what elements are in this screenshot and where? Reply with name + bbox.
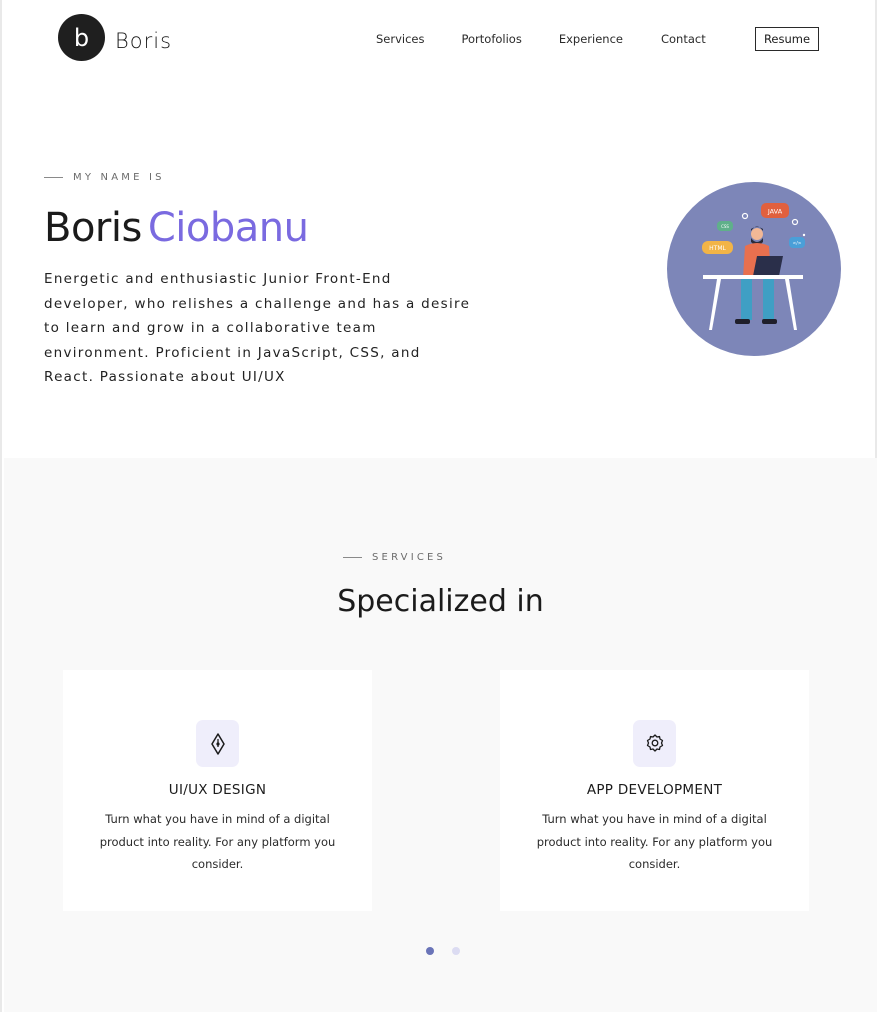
logo[interactable]: b Boris bbox=[58, 14, 172, 61]
pen-nib-icon bbox=[196, 720, 239, 767]
page: b Boris Services Portofolios Experience … bbox=[0, 0, 877, 1012]
carousel-dots bbox=[426, 947, 478, 955]
deco-dot bbox=[802, 233, 806, 237]
resume-button[interactable]: Resume bbox=[755, 27, 819, 51]
developer-illustration-svg: JAVA HTML CSS </> bbox=[702, 203, 806, 330]
person-leg bbox=[741, 278, 752, 320]
services-eyebrow-text: SERVICES bbox=[372, 552, 447, 563]
service-card-app-development: APP DEVELOPMENT Turn what you have in mi… bbox=[500, 670, 809, 911]
desk-top bbox=[703, 275, 803, 279]
hero-eyebrow: MY NAME IS bbox=[44, 172, 165, 183]
eyebrow-line bbox=[44, 176, 63, 179]
nav-services[interactable]: Services bbox=[376, 32, 425, 46]
css-label: CSS bbox=[721, 224, 729, 229]
hero-name: Boris Ciobanu bbox=[44, 205, 309, 251]
code-label: </> bbox=[792, 241, 801, 247]
card-description: Turn what you have in mind of a digital … bbox=[99, 812, 336, 871]
logo-letter: b bbox=[73, 23, 90, 52]
carousel-dot-2[interactable] bbox=[452, 947, 460, 955]
hero-bio: Energetic and enthusiastic Junior Front-… bbox=[44, 271, 471, 385]
nav-portofolios[interactable]: Portofolios bbox=[462, 32, 522, 46]
hero-first-name: Boris bbox=[44, 205, 142, 251]
desk-leg bbox=[709, 279, 721, 330]
person-shoe bbox=[762, 319, 777, 324]
carousel-dot-1[interactable] bbox=[426, 947, 434, 955]
card-title: UI/UX DESIGN bbox=[168, 782, 267, 798]
java-label: JAVA bbox=[767, 208, 783, 216]
logo-text: Boris bbox=[115, 28, 173, 53]
desk-leg bbox=[785, 279, 797, 330]
deco-circle bbox=[791, 218, 799, 226]
service-card-uiux: UI/UX DESIGN Turn what you have in mind … bbox=[63, 670, 372, 911]
card-title: APP DEVELOPMENT bbox=[586, 782, 723, 798]
gear-icon bbox=[633, 720, 676, 767]
person-leg bbox=[763, 278, 774, 320]
hero-last-name: Ciobanu bbox=[147, 205, 309, 251]
services-section: SERVICES Specialized in UI/UX DESIGN Tur… bbox=[4, 458, 877, 1012]
nav-contact[interactable]: Contact bbox=[661, 32, 706, 46]
logo-mark: b bbox=[58, 14, 105, 61]
services-eyebrow: SERVICES bbox=[343, 552, 446, 563]
card-description: Turn what you have in mind of a digital … bbox=[536, 812, 773, 871]
developer-illustration: JAVA HTML CSS </> bbox=[667, 182, 841, 356]
person-shoe bbox=[735, 319, 750, 324]
html-label: HTML bbox=[709, 245, 726, 252]
main-nav: Services Portofolios Experience Contact bbox=[376, 32, 706, 46]
eyebrow-line bbox=[343, 556, 362, 559]
person-head bbox=[751, 228, 763, 240]
nav-experience[interactable]: Experience bbox=[559, 32, 623, 46]
deco-circle bbox=[741, 212, 749, 220]
hero-eyebrow-text: MY NAME IS bbox=[73, 172, 165, 183]
services-title: Specialized in bbox=[337, 584, 544, 619]
laptop bbox=[753, 256, 783, 276]
